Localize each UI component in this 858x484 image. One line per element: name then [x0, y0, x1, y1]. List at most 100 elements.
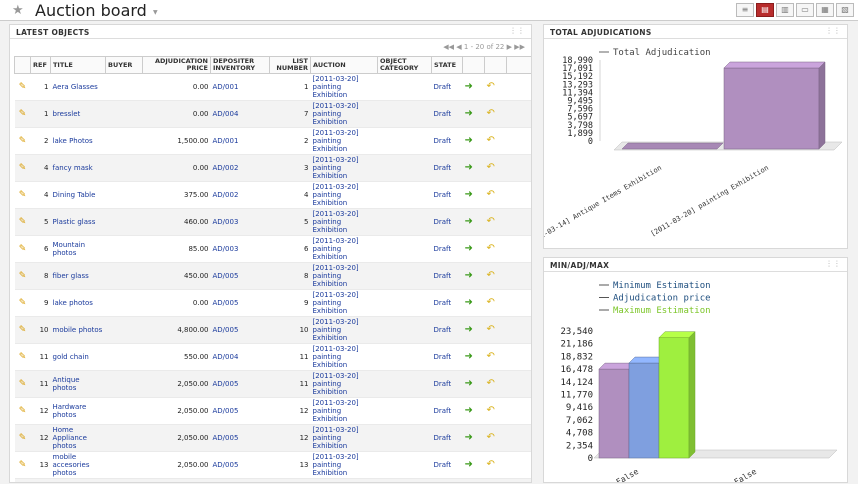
edit-icon[interactable] [14, 478, 31, 482]
back-icon[interactable]: ↶ [484, 100, 507, 128]
approve-icon[interactable]: ➜ [462, 154, 485, 182]
title-cell[interactable] [50, 478, 106, 482]
approve-icon[interactable]: ➜ [462, 262, 485, 290]
table-row[interactable]: ✎ 1 bresslet 0.00 AD/004 7 [2011-03-20] painti… [14, 100, 531, 128]
table-row[interactable]: ✎ 10 mobile photos 4,800.00 AD/005 10 [2011-03… [14, 316, 531, 344]
edit-icon[interactable]: ✎ [14, 127, 31, 155]
approve-icon[interactable] [462, 478, 485, 482]
table-row[interactable]: ✎ 13 mobile accesories photos 2,050.00 AD/00… [14, 451, 531, 479]
approve-icon[interactable]: ➜ [462, 181, 485, 209]
back-icon[interactable]: ↶ [484, 451, 507, 479]
back-icon[interactable]: ↶ [484, 343, 507, 371]
delete-icon[interactable]: × [506, 343, 531, 371]
column-header[interactable]: OBJECT CATEGORY [377, 56, 432, 74]
edit-icon[interactable]: ✎ [14, 181, 31, 209]
edit-icon[interactable]: ✎ [14, 343, 31, 371]
table-row[interactable]: ✎ 2 lake Photos 1,500.00 AD/001 2 [2011-03-20]… [14, 127, 531, 155]
inventory-cell[interactable]: AD/004 [210, 343, 270, 371]
title-cell[interactable]: fancy mask [50, 154, 106, 182]
edit-icon[interactable]: ✎ [14, 235, 31, 263]
back-icon[interactable]: ↶ [484, 127, 507, 155]
edit-icon[interactable]: ✎ [14, 154, 31, 182]
back-icon[interactable]: ↶ [484, 316, 507, 344]
edit-icon[interactable]: ✎ [14, 397, 31, 425]
title-cell[interactable]: Aera Glasses [50, 73, 106, 101]
inventory-cell[interactable]: AD/005 [210, 316, 270, 344]
inventory-cell[interactable]: AD/003 [210, 235, 270, 263]
auction-cell[interactable]: [2011-03-20] painting Exhibition [310, 397, 378, 425]
back-icon[interactable]: ↶ [484, 181, 507, 209]
table-row[interactable]: ✎ 1 Aera Glasses 0.00 AD/001 1 [2011-03-20] pa… [14, 73, 531, 101]
approve-icon[interactable]: ➜ [462, 100, 485, 128]
next-page-icon[interactable]: ▶ [507, 43, 512, 51]
title-cell[interactable]: Plastic glass [50, 208, 106, 236]
approve-icon[interactable]: ➜ [462, 208, 485, 236]
edit-icon[interactable]: ✎ [14, 424, 31, 452]
inventory-cell[interactable]: AD/002 [210, 154, 270, 182]
delete-icon[interactable]: × [506, 262, 531, 290]
title-cell[interactable]: lake photos [50, 289, 106, 317]
title-cell[interactable]: gold chain [50, 343, 106, 371]
edit-icon[interactable]: ✎ [14, 208, 31, 236]
gantt-view-icon[interactable]: ▧ [836, 3, 854, 17]
title-cell[interactable]: fiber glass [50, 262, 106, 290]
inventory-cell[interactable]: AD/001 [210, 127, 270, 155]
delete-icon[interactable]: × [506, 289, 531, 317]
title-cell[interactable]: Mountain photos [50, 235, 106, 263]
edit-icon[interactable]: ✎ [14, 73, 31, 101]
auction-cell[interactable]: [2011-03-20] painting Exhibition [310, 154, 378, 182]
inventory-cell[interactable]: AD/005 [210, 451, 270, 479]
auction-cell[interactable]: [2011-03-20] painting Exhibition [310, 73, 378, 101]
table-row[interactable]: ✎ 5 Plastic glass 460.00 AD/003 5 [2011-03-20]… [14, 208, 531, 236]
delete-icon[interactable]: × [506, 235, 531, 263]
auction-cell[interactable]: [2011-03-20] painting Exhibition [310, 235, 378, 263]
delete-icon[interactable] [506, 478, 531, 482]
inventory-cell[interactable]: AD/005 [210, 370, 270, 398]
delete-icon[interactable]: × [506, 370, 531, 398]
approve-icon[interactable]: ➜ [462, 235, 485, 263]
delete-icon[interactable]: × [506, 154, 531, 182]
inventory-cell[interactable]: AD/005 [210, 262, 270, 290]
title-cell[interactable]: lake Photos [50, 127, 106, 155]
table-row[interactable]: ✎ 6 Mountain photos 85.00 AD/003 6 [2011-03-20… [14, 235, 531, 263]
inventory-cell[interactable]: AD/005 [210, 424, 270, 452]
column-header[interactable]: TITLE [50, 56, 106, 74]
edit-icon[interactable]: ✎ [14, 100, 31, 128]
back-icon[interactable]: ↶ [484, 262, 507, 290]
approve-icon[interactable]: ➜ [462, 370, 485, 398]
back-icon[interactable]: ↶ [484, 424, 507, 452]
calendar-view-icon[interactable]: ▦ [816, 3, 834, 17]
drag-handle-icon[interactable]: ⋮⋮ [825, 259, 841, 268]
prev-page-icon[interactable]: ◀ [456, 43, 461, 51]
approve-icon[interactable]: ➜ [462, 127, 485, 155]
table-row[interactable]: ✎ 11 gold chain 550.00 AD/004 11 [2011-03-20] … [14, 343, 531, 371]
table-row[interactable]: ✎ 11 Antique photos 2,050.00 AD/005 11 [2011-0… [14, 370, 531, 398]
table-row[interactable]: ✎ 8 fiber glass 450.00 AD/005 8 [2011-03-20] p… [14, 262, 531, 290]
column-header[interactable]: ADJUDICATION PRICE [142, 56, 211, 74]
column-header[interactable]: DEPOSITER INVENTORY [210, 56, 270, 74]
delete-icon[interactable]: × [506, 100, 531, 128]
last-page-icon[interactable]: ▶▶ [514, 43, 525, 51]
table-row[interactable]: [2011-03-14] [14, 478, 531, 482]
approve-icon[interactable]: ➜ [462, 73, 485, 101]
title-cell[interactable]: mobile accesories photos [50, 451, 106, 479]
back-icon[interactable]: ↶ [484, 289, 507, 317]
auction-cell[interactable]: [2011-03-20] painting Exhibition [310, 127, 378, 155]
table-row[interactable]: ✎ 4 fancy mask 0.00 AD/002 3 [2011-03-20] pain… [14, 154, 531, 182]
auction-cell[interactable]: [2011-03-20] painting Exhibition [310, 316, 378, 344]
drag-handle-icon[interactable]: ⋮⋮ [825, 26, 841, 35]
form-view-icon[interactable]: ▭ [796, 3, 814, 17]
title-cell[interactable]: mobile photos [50, 316, 106, 344]
auction-cell[interactable]: [2011-03-20] painting Exhibition [310, 181, 378, 209]
approve-icon[interactable]: ➜ [462, 451, 485, 479]
approve-icon[interactable]: ➜ [462, 397, 485, 425]
column-header[interactable]: STATE [431, 56, 463, 74]
inventory-cell[interactable]: AD/001 [210, 73, 270, 101]
column-header[interactable]: AUCTION [310, 56, 378, 74]
table-row[interactable]: ✎ 12 Hardware photos 2,050.00 AD/005 12 [2011-… [14, 397, 531, 425]
auction-cell[interactable]: [2011-03-20] painting Exhibition [310, 262, 378, 290]
auction-cell[interactable]: [2011-03-20] painting Exhibition [310, 370, 378, 398]
column-header[interactable]: LIST NUMBER [269, 56, 311, 74]
delete-icon[interactable]: × [506, 73, 531, 101]
delete-icon[interactable]: × [506, 127, 531, 155]
